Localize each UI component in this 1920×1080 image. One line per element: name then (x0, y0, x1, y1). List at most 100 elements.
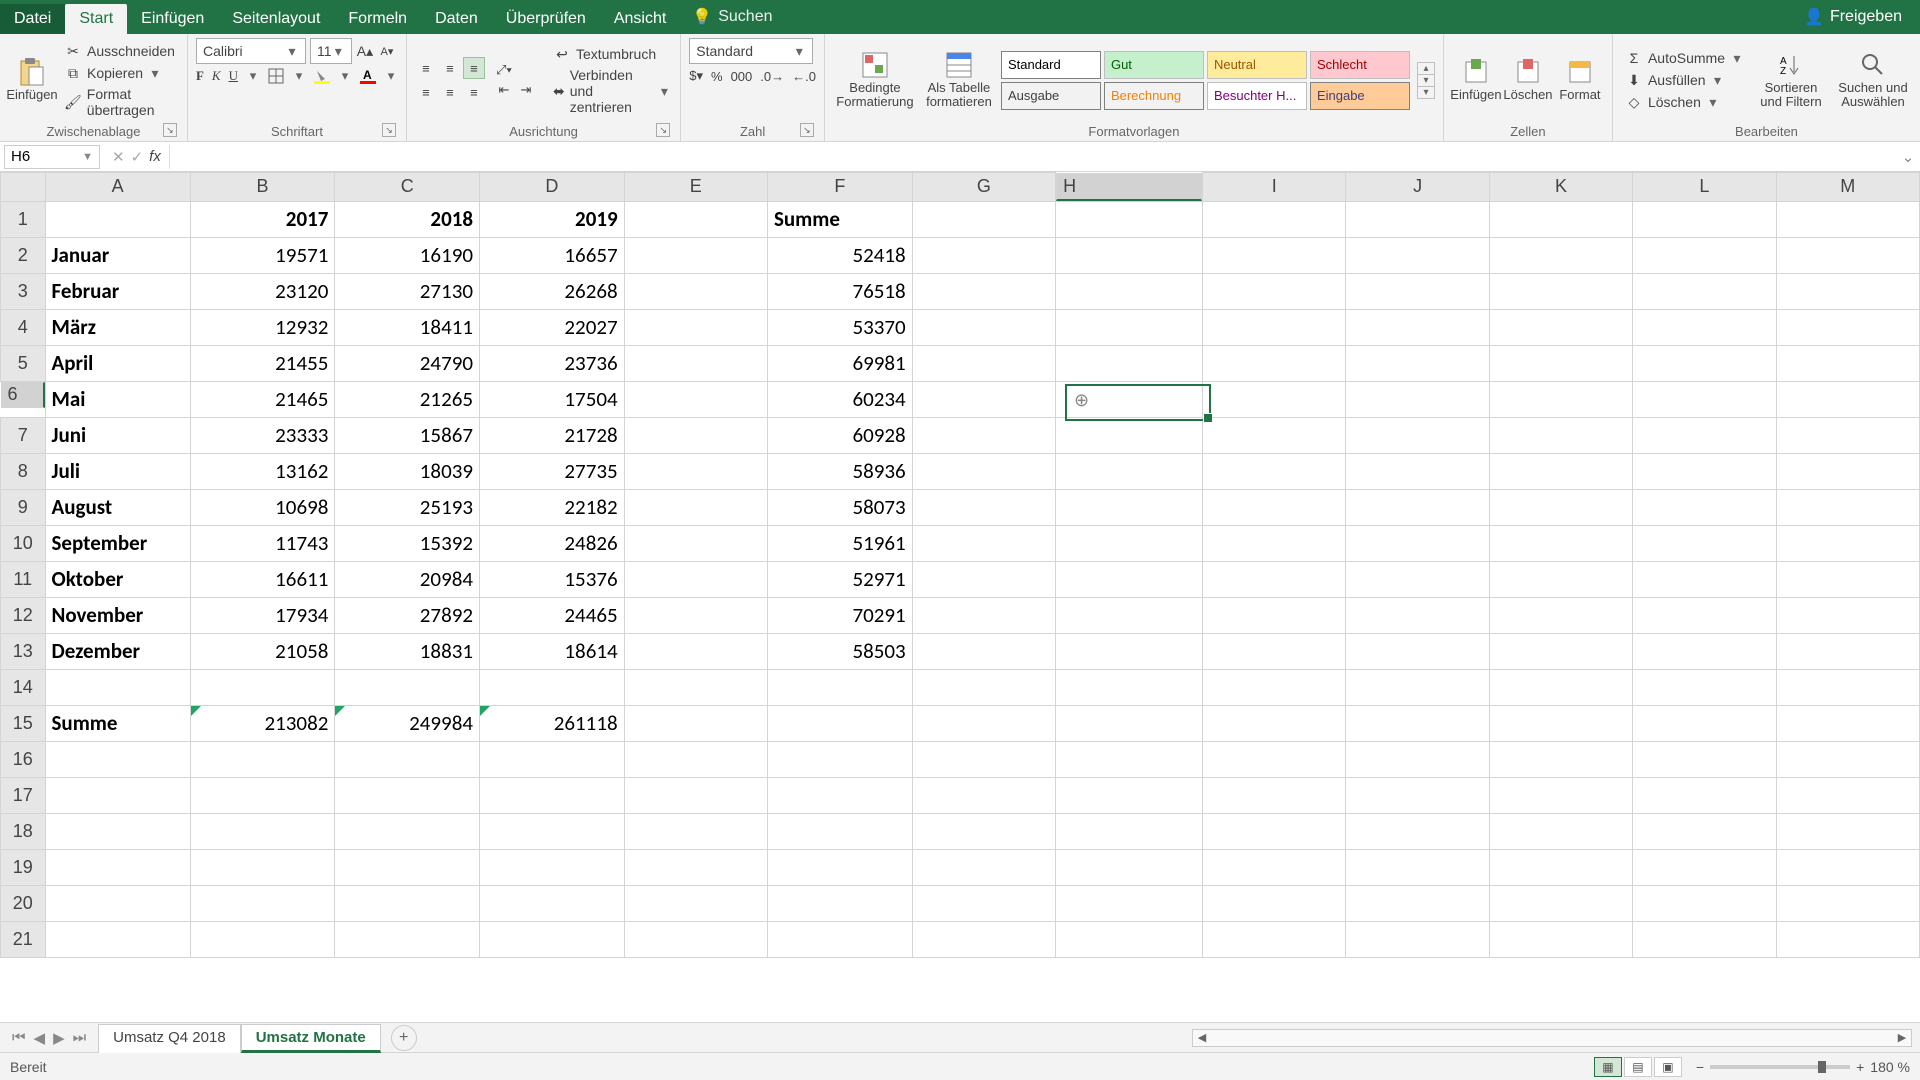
cell-G15[interactable] (912, 705, 1055, 741)
cell-D8[interactable]: 27735 (480, 453, 625, 489)
cell-J16[interactable] (1346, 741, 1489, 777)
cell-A19[interactable] (45, 849, 190, 885)
cell-style-2[interactable]: Neutral (1207, 51, 1307, 79)
autosum-button[interactable]: ΣAutoSumme▾ (1621, 48, 1748, 68)
cell-M10[interactable] (1776, 525, 1920, 561)
font-launcher[interactable]: ↘ (382, 123, 396, 137)
alignment-grid[interactable]: ≡≡≡ ≡≡≡ (415, 57, 485, 103)
cell-K5[interactable] (1489, 345, 1632, 381)
cell-I17[interactable] (1203, 777, 1346, 813)
col-header-K[interactable]: K (1489, 173, 1632, 202)
cell-C21[interactable] (335, 921, 480, 957)
cell-style-0[interactable]: Standard (1001, 51, 1101, 79)
cell-B12[interactable]: 17934 (190, 597, 335, 633)
decrease-decimal-button[interactable]: ←.0 (792, 69, 816, 84)
cell-J6[interactable] (1346, 381, 1489, 417)
cell-G18[interactable] (912, 813, 1055, 849)
cell-style-1[interactable]: Gut (1104, 51, 1204, 79)
cell-M12[interactable] (1776, 597, 1920, 633)
cell-J19[interactable] (1346, 849, 1489, 885)
select-all-corner[interactable] (1, 173, 46, 202)
cell-B15[interactable]: 213082 (190, 705, 335, 741)
cell-G11[interactable] (912, 561, 1055, 597)
cell-F1[interactable]: Summe (767, 201, 912, 237)
cell-K16[interactable] (1489, 741, 1632, 777)
cell-style-4[interactable]: Ausgabe (1001, 82, 1101, 110)
cell-E21[interactable] (624, 921, 767, 957)
cell-F4[interactable]: 53370 (767, 309, 912, 345)
alignment-launcher[interactable]: ↘ (656, 123, 670, 137)
cell-B20[interactable] (190, 885, 335, 921)
row-header-3[interactable]: 3 (1, 273, 46, 309)
cell-F20[interactable] (767, 885, 912, 921)
row-header-4[interactable]: 4 (1, 309, 46, 345)
cell-B4[interactable]: 12932 (190, 309, 335, 345)
sheet-nav-next[interactable]: ▶ (53, 1029, 65, 1047)
cell-M9[interactable] (1776, 489, 1920, 525)
cell-A14[interactable] (45, 669, 190, 705)
cell-G3[interactable] (912, 273, 1055, 309)
cell-style-3[interactable]: Schlecht (1310, 51, 1410, 79)
cell-A10[interactable]: September (45, 525, 190, 561)
col-header-D[interactable]: D (480, 173, 625, 202)
cell-E19[interactable] (624, 849, 767, 885)
row-header-12[interactable]: 12 (1, 597, 46, 633)
cell-H21[interactable] (1056, 921, 1203, 957)
cell-C9[interactable]: 25193 (335, 489, 480, 525)
cell-H5[interactable] (1056, 345, 1203, 381)
cell-J11[interactable] (1346, 561, 1489, 597)
format-painter-button[interactable]: 🖌Format übertragen (60, 85, 179, 119)
col-header-B[interactable]: B (190, 173, 335, 202)
cell-C20[interactable] (335, 885, 480, 921)
cell-B11[interactable]: 16611 (190, 561, 335, 597)
cell-H8[interactable] (1056, 453, 1203, 489)
sort-filter-button[interactable]: AZSortieren und Filtern (1752, 51, 1830, 110)
accounting-format-button[interactable]: $▾ (689, 68, 703, 84)
cell-L15[interactable] (1633, 705, 1776, 741)
align-bottom-right[interactable]: ≡ (463, 81, 485, 103)
cell-H1[interactable] (1056, 201, 1203, 237)
cell-I13[interactable] (1203, 633, 1346, 669)
cell-F9[interactable]: 58073 (767, 489, 912, 525)
cell-M21[interactable] (1776, 921, 1920, 957)
cell-B21[interactable] (190, 921, 335, 957)
add-sheet-button[interactable]: + (391, 1025, 417, 1051)
fx-button[interactable]: fx (149, 148, 161, 165)
cell-H17[interactable] (1056, 777, 1203, 813)
cell-B3[interactable]: 23120 (190, 273, 335, 309)
cell-J10[interactable] (1346, 525, 1489, 561)
borders-button[interactable] (268, 68, 284, 84)
view-normal-button[interactable]: ▦ (1594, 1057, 1622, 1077)
cell-G9[interactable] (912, 489, 1055, 525)
cell-C7[interactable]: 15867 (335, 417, 480, 453)
cell-E9[interactable] (624, 489, 767, 525)
cell-F19[interactable] (767, 849, 912, 885)
cell-K21[interactable] (1489, 921, 1632, 957)
col-header-A[interactable]: A (45, 173, 190, 202)
cell-K4[interactable] (1489, 309, 1632, 345)
cell-I5[interactable] (1203, 345, 1346, 381)
cell-D5[interactable]: 23736 (480, 345, 625, 381)
cell-D16[interactable] (480, 741, 625, 777)
cell-D9[interactable]: 22182 (480, 489, 625, 525)
cell-A18[interactable] (45, 813, 190, 849)
cell-K18[interactable] (1489, 813, 1632, 849)
cell-D7[interactable]: 21728 (480, 417, 625, 453)
cell-A11[interactable]: Oktober (45, 561, 190, 597)
cell-L13[interactable] (1633, 633, 1776, 669)
find-select-button[interactable]: Suchen und Auswählen (1834, 51, 1912, 110)
cell-E13[interactable] (624, 633, 767, 669)
row-header-11[interactable]: 11 (1, 561, 46, 597)
cell-H19[interactable] (1056, 849, 1203, 885)
cell-C13[interactable]: 18831 (335, 633, 480, 669)
cell-E12[interactable] (624, 597, 767, 633)
cell-B17[interactable] (190, 777, 335, 813)
cell-F15[interactable] (767, 705, 912, 741)
cell-F6[interactable]: 60234 (767, 381, 912, 417)
name-box[interactable]: H6▼ (4, 145, 100, 169)
cell-L3[interactable] (1633, 273, 1776, 309)
cell-A9[interactable]: August (45, 489, 190, 525)
cell-M5[interactable] (1776, 345, 1920, 381)
align-bottom-center[interactable]: ≡ (439, 81, 461, 103)
cell-C3[interactable]: 27130 (335, 273, 480, 309)
